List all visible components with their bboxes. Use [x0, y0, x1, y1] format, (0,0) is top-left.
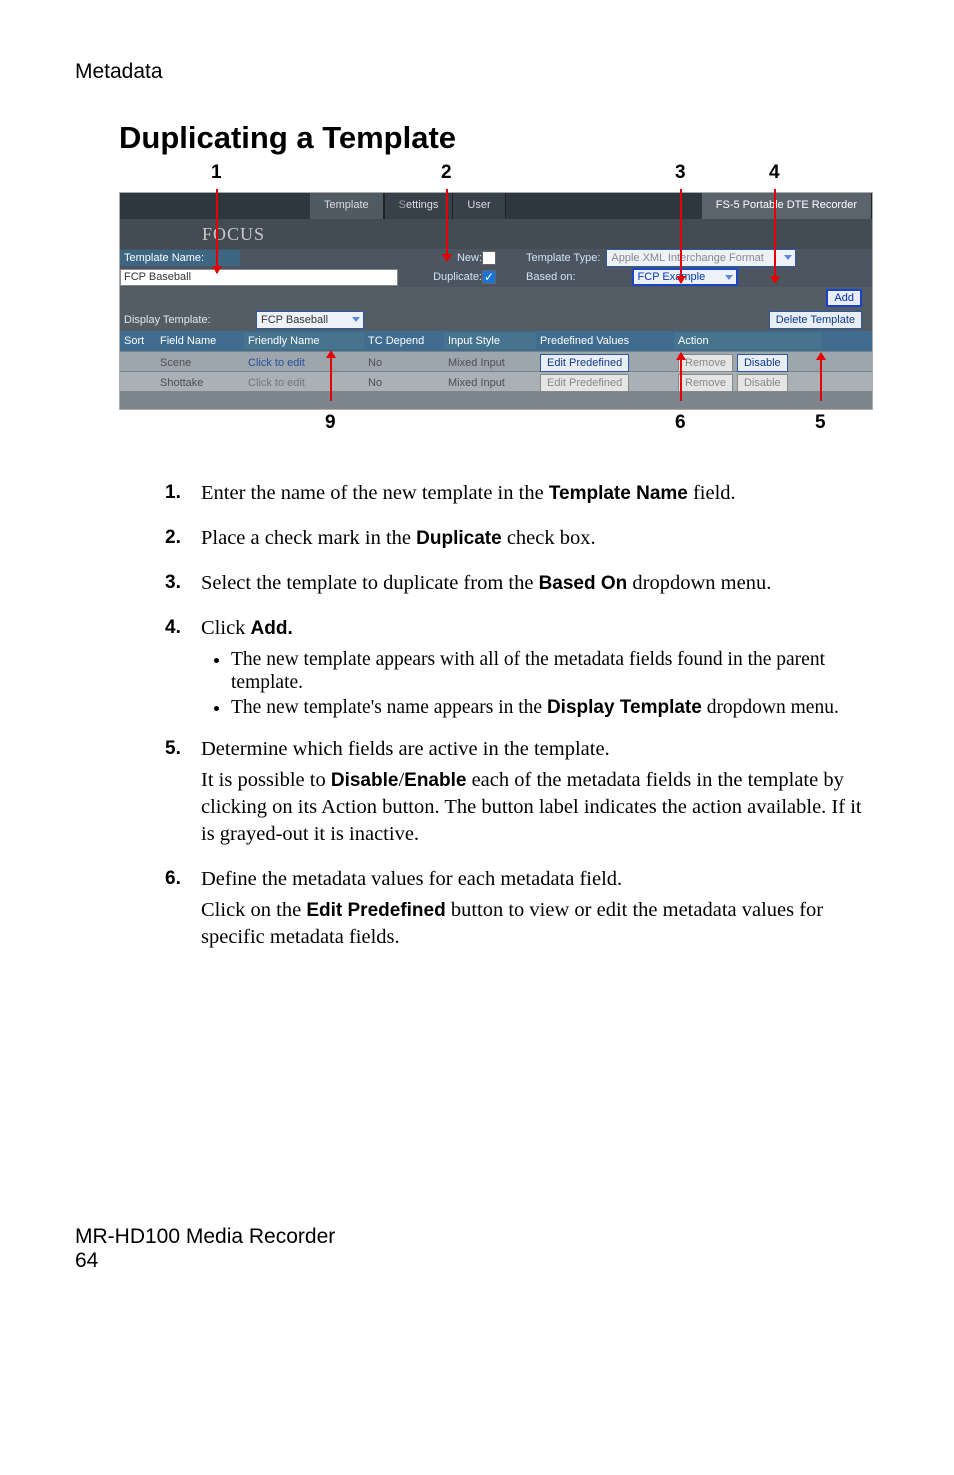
- tab-settings[interactable]: Settings: [384, 193, 454, 219]
- page-header: Metadata: [75, 60, 879, 84]
- cell-tc: No: [364, 375, 444, 391]
- callout-5: 5: [815, 412, 826, 434]
- tab-user[interactable]: User: [453, 193, 505, 219]
- tab-template[interactable]: Template: [310, 193, 384, 219]
- steps-list: 1.Enter the name of the new template in …: [165, 480, 879, 955]
- screenshot-mock: Template Settings User FS-5 Portable DTE…: [119, 192, 873, 410]
- logo: FOCUS: [202, 224, 265, 245]
- display-template-select[interactable]: FCP Baseball: [256, 311, 364, 329]
- bullet-item: The new template's name appears in the D…: [231, 696, 879, 719]
- bold-term: Based On: [539, 573, 628, 594]
- bold-term: Disable: [331, 770, 399, 791]
- cell-tc: No: [364, 355, 444, 371]
- bullet-item: The new template appears with all of the…: [231, 648, 879, 694]
- based-on-label: Based on:: [522, 271, 576, 283]
- step-body: Define the metadata values for each meta…: [201, 866, 879, 955]
- table-header: Sort Field Name Friendly Name TC Depend …: [120, 331, 872, 351]
- remove-button[interactable]: Remove: [678, 374, 733, 392]
- template-name-input[interactable]: FCP Baseball: [120, 269, 398, 286]
- new-checkbox[interactable]: [482, 251, 496, 265]
- disable-button[interactable]: Disable: [737, 374, 788, 392]
- template-type-select[interactable]: Apple XML Interchange Format: [606, 249, 796, 267]
- step-number: 1.: [165, 480, 201, 511]
- bold-term: Enable: [404, 770, 466, 791]
- table-row: Scene Click to edit No Mixed Input Edit …: [120, 351, 872, 371]
- callout-9: 9: [325, 412, 336, 434]
- section-title: Duplicating a Template: [119, 120, 879, 156]
- footer-line2: 64: [75, 1249, 879, 1273]
- duplicate-label: Duplicate:: [398, 271, 482, 283]
- bottom-callouts: 9 6 5: [119, 412, 879, 446]
- banner-title: FS-5 Portable DTE Recorder: [702, 193, 872, 219]
- step-number: 5.: [165, 736, 201, 852]
- remove-button[interactable]: Remove: [678, 354, 733, 372]
- cell-friendly[interactable]: Click to edit: [244, 375, 364, 391]
- display-template-label: Display Template:: [120, 314, 256, 326]
- edit-predefined-button[interactable]: Edit Predefined: [540, 374, 629, 392]
- step-bullets: The new template appears with all of the…: [231, 648, 879, 719]
- bold-term: Duplicate: [416, 528, 502, 549]
- col-field: Field Name: [156, 333, 244, 349]
- callout-3: 3: [675, 162, 686, 184]
- step-number: 6.: [165, 866, 201, 955]
- callout-6: 6: [675, 412, 686, 434]
- template-type-label: Template Type:: [522, 252, 600, 264]
- template-name-label: Template Name:: [120, 250, 240, 266]
- step-item: 5.Determine which fields are active in t…: [165, 736, 879, 852]
- edit-predefined-button[interactable]: Edit Predefined: [540, 354, 629, 372]
- cell-friendly[interactable]: Click to edit: [244, 355, 364, 371]
- col-action: Action: [674, 333, 822, 349]
- callout-2: 2: [441, 162, 452, 184]
- step-body: Click Add.The new template appears with …: [201, 615, 879, 721]
- step-body: Determine which fields are active in the…: [201, 736, 879, 852]
- step-item: 4.Click Add.The new template appears wit…: [165, 615, 879, 721]
- page-footer: MR-HD100 Media Recorder 64: [75, 1225, 879, 1273]
- bold-term: Template Name: [549, 483, 688, 504]
- top-callouts: 1 2 3 4: [119, 162, 879, 192]
- callout-1: 1: [211, 162, 222, 184]
- cell-field: Shottake: [156, 375, 244, 391]
- delete-template-button[interactable]: Delete Template: [769, 311, 862, 329]
- cell-input: Mixed Input: [444, 375, 536, 391]
- bold-term: Display Template: [547, 697, 702, 718]
- based-on-select[interactable]: FCP Example: [632, 268, 738, 286]
- step-item: 2.Place a check mark in the Duplicate ch…: [165, 525, 879, 556]
- col-tc: TC Depend: [364, 333, 444, 349]
- cell-field: Scene: [156, 355, 244, 371]
- step-body: Enter the name of the new template in th…: [201, 480, 879, 511]
- duplicate-checkbox[interactable]: ✓: [482, 270, 496, 284]
- col-friendly: Friendly Name: [244, 333, 364, 349]
- new-label: New:: [400, 252, 482, 264]
- step-number: 3.: [165, 570, 201, 601]
- footer-line1: MR-HD100 Media Recorder: [75, 1225, 879, 1249]
- col-sort: Sort: [120, 333, 156, 349]
- cell-input: Mixed Input: [444, 355, 536, 371]
- step-number: 2.: [165, 525, 201, 556]
- col-input: Input Style: [444, 333, 536, 349]
- step-item: 1.Enter the name of the new template in …: [165, 480, 879, 511]
- step-number: 4.: [165, 615, 201, 721]
- add-button[interactable]: Add: [826, 289, 862, 307]
- step-body: Place a check mark in the Duplicate chec…: [201, 525, 879, 556]
- step-body: Select the template to duplicate from th…: [201, 570, 879, 601]
- table-row: Shottake Click to edit No Mixed Input Ed…: [120, 371, 872, 391]
- step-item: 3.Select the template to duplicate from …: [165, 570, 879, 601]
- bold-term: Edit Predefined: [306, 900, 445, 921]
- step-item: 6.Define the metadata values for each me…: [165, 866, 879, 955]
- callout-4: 4: [769, 162, 780, 184]
- bold-term: Add.: [251, 618, 293, 639]
- col-predefined: Predefined Values: [536, 333, 674, 349]
- disable-button[interactable]: Disable: [737, 354, 788, 372]
